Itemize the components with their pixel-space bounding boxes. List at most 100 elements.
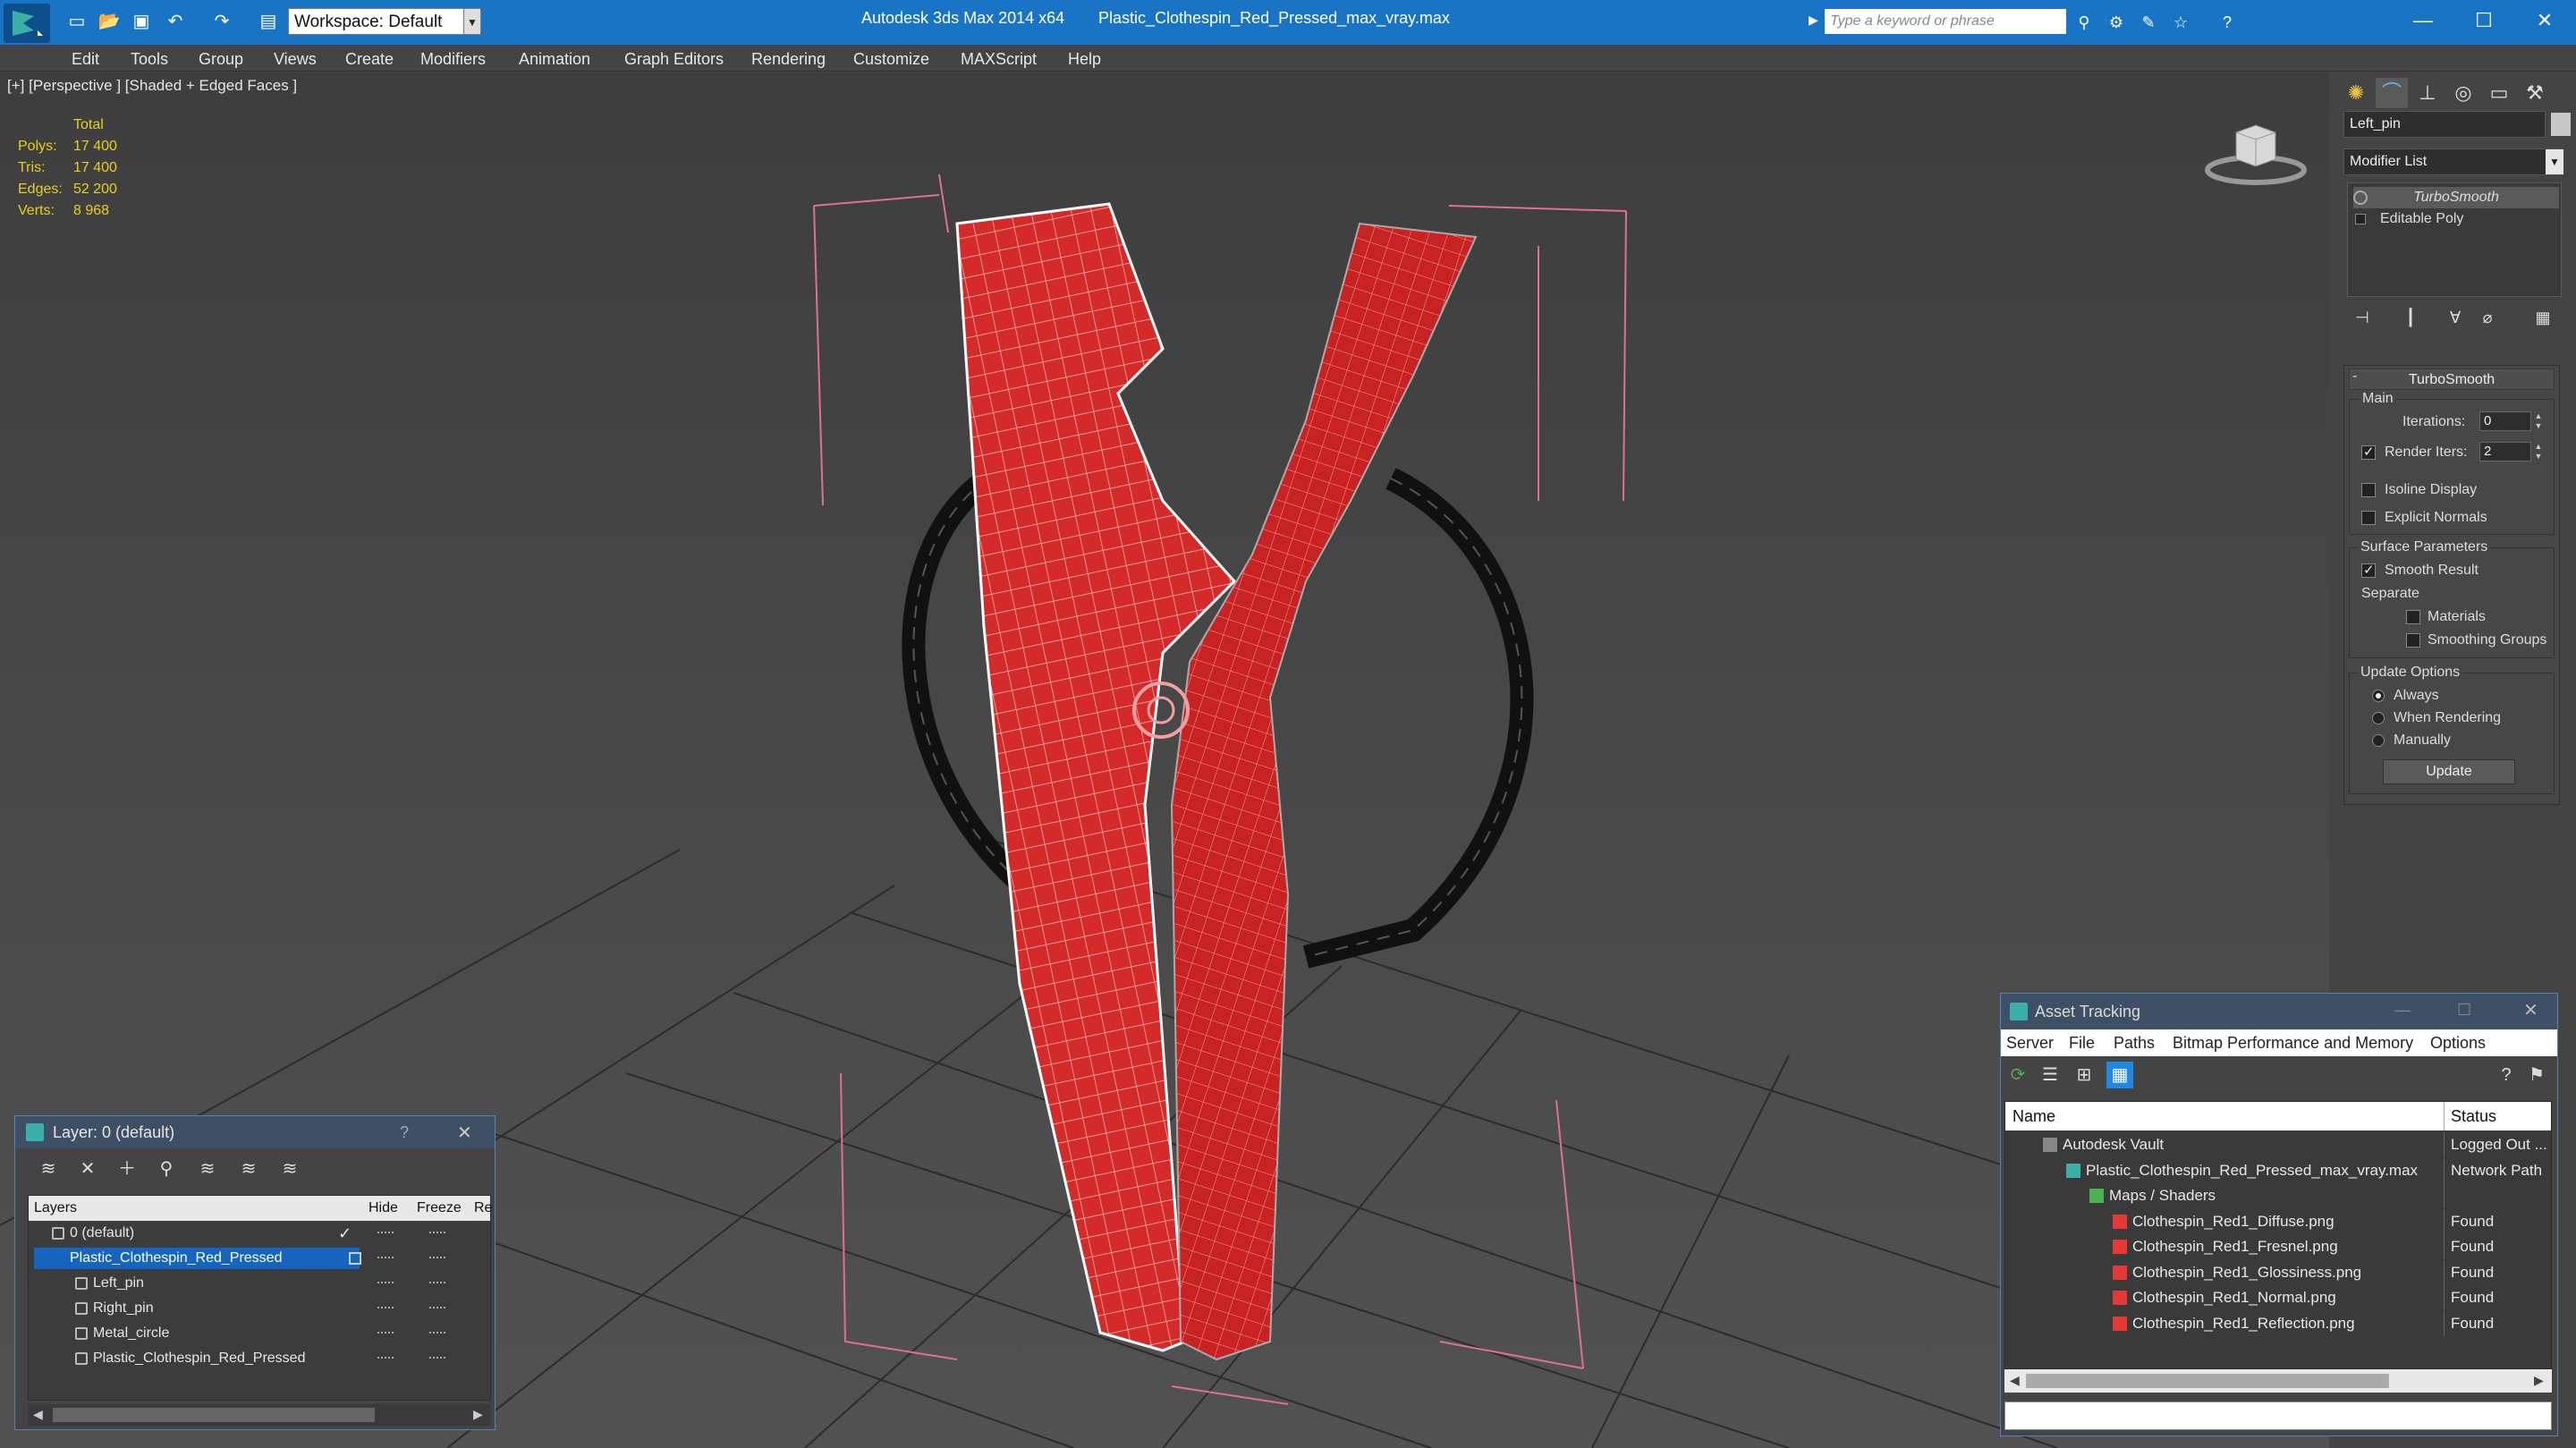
- display-tab-icon[interactable]: ▭: [2483, 78, 2515, 108]
- asset-menu-bitmap[interactable]: Bitmap Performance and Memory: [2173, 1034, 2413, 1053]
- minimize-icon[interactable]: —: [2394, 1001, 2411, 1020]
- menu-group[interactable]: Group: [199, 50, 243, 69]
- hide-toggle[interactable]: [377, 1282, 394, 1284]
- freeze-all-icon[interactable]: ≋: [276, 1156, 303, 1182]
- iterations-spinner[interactable]: 0: [2479, 411, 2531, 431]
- asset-row[interactable]: Autodesk Vault Logged Out ...: [2005, 1132, 2551, 1157]
- delete-layer-icon[interactable]: ✕: [74, 1156, 101, 1182]
- menu-views[interactable]: Views: [274, 50, 317, 69]
- horizontal-scrollbar[interactable]: ◀ ▶: [2004, 1369, 2552, 1393]
- hide-toggle[interactable]: [377, 1232, 394, 1234]
- tree-view-icon[interactable]: ⊞: [2071, 1062, 2097, 1088]
- make-unique-icon[interactable]: ∀: [2442, 304, 2469, 331]
- highlight-layer-icon[interactable]: ≋: [194, 1156, 221, 1182]
- viewport-label[interactable]: [+] [Perspective ] [Shaded + Edged Faces…: [7, 77, 297, 95]
- create-tab-icon[interactable]: ✺: [2340, 78, 2372, 108]
- hide-all-icon[interactable]: ≋: [235, 1156, 262, 1182]
- app-menu-button[interactable]: [4, 4, 50, 43]
- binoculars-icon[interactable]: ⚲: [2072, 11, 2097, 34]
- freeze-toggle[interactable]: [429, 1282, 445, 1284]
- maximize-icon[interactable]: ☐: [2457, 1001, 2471, 1020]
- lightbulb-icon[interactable]: [2353, 191, 2368, 205]
- layer-row[interactable]: Metal_circle: [29, 1321, 490, 1346]
- asset-row[interactable]: Clothespin_Red1_Glossiness.png Found: [2005, 1259, 2551, 1285]
- freeze-toggle[interactable]: [429, 1307, 445, 1309]
- menu-edit[interactable]: Edit: [72, 50, 99, 69]
- chevron-down-icon[interactable]: ▼: [2546, 149, 2563, 174]
- menu-animation[interactable]: Animation: [519, 50, 590, 69]
- object-color-swatch[interactable]: [2551, 113, 2571, 136]
- freeze-toggle[interactable]: [429, 1332, 445, 1334]
- hide-toggle[interactable]: [377, 1257, 394, 1259]
- smoothing-groups-checkbox[interactable]: [2406, 633, 2420, 648]
- col-hide[interactable]: Hide: [369, 1200, 398, 1216]
- asset-menu-server[interactable]: Server: [2006, 1034, 2054, 1053]
- asset-row[interactable]: Maps / Shaders: [2005, 1183, 2551, 1208]
- asset-window-titlebar[interactable]: Asset Tracking — ☐ ✕: [2001, 994, 2557, 1029]
- menu-maxscript[interactable]: MAXScript: [961, 50, 1037, 69]
- chevron-left-icon[interactable]: ◀: [2010, 1373, 2020, 1388]
- collapse-icon[interactable]: -: [2352, 368, 2357, 385]
- asset-row[interactable]: Clothespin_Red1_Fresnel.png Found: [2005, 1234, 2551, 1259]
- list-view-icon[interactable]: ☰: [2037, 1062, 2063, 1088]
- scroll-thumb[interactable]: [53, 1408, 375, 1422]
- chevron-down-icon[interactable]: ▼: [463, 8, 481, 35]
- new-file-icon[interactable]: ▭: [64, 9, 89, 34]
- menu-graph-editors[interactable]: Graph Editors: [624, 50, 724, 69]
- asset-row[interactable]: Plastic_Clothespin_Red_Pressed_max_vray.…: [2005, 1157, 2551, 1183]
- table-view-icon[interactable]: ▦: [2106, 1062, 2133, 1088]
- close-icon[interactable]: ✕: [2523, 999, 2538, 1021]
- motion-tab-icon[interactable]: ◎: [2447, 78, 2479, 108]
- stack-item-turbosmooth[interactable]: TurboSmooth: [2353, 187, 2559, 208]
- menu-customize[interactable]: Customize: [853, 50, 929, 69]
- update-button[interactable]: Update: [2383, 759, 2515, 784]
- scroll-thumb[interactable]: [2026, 1374, 2389, 1388]
- asset-row[interactable]: Clothespin_Red1_Normal.png Found: [2005, 1285, 2551, 1310]
- menu-tools[interactable]: Tools: [131, 50, 168, 69]
- asset-menu-paths[interactable]: Paths: [2114, 1034, 2155, 1053]
- open-file-icon[interactable]: 📂: [97, 9, 122, 34]
- freeze-toggle[interactable]: [429, 1257, 445, 1259]
- when-rendering-radio[interactable]: [2372, 712, 2385, 724]
- redo-icon[interactable]: ↷: [209, 9, 234, 34]
- right-pin-model[interactable]: [1170, 222, 1478, 1361]
- remove-modifier-icon[interactable]: ⌀: [2474, 304, 2501, 331]
- undo-icon[interactable]: ↶: [163, 9, 188, 34]
- chevron-right-icon[interactable]: ▶: [473, 1407, 483, 1422]
- configure-sets-icon[interactable]: ▦: [2529, 304, 2556, 331]
- asset-row[interactable]: Clothespin_Red1_Reflection.png Found: [2005, 1310, 2551, 1336]
- help-icon[interactable]: ?: [2493, 1062, 2520, 1088]
- viewcube[interactable]: [2202, 114, 2308, 186]
- add-to-layer-icon[interactable]: ＋: [114, 1156, 140, 1182]
- chevron-right-icon[interactable]: ▶: [1809, 13, 1818, 28]
- show-end-result-icon[interactable]: ┃: [2397, 304, 2424, 331]
- workspace-dropdown[interactable]: Workspace: Default: [288, 8, 467, 35]
- col-status[interactable]: Status: [2451, 1107, 2496, 1126]
- pin-stack-icon[interactable]: ⊣: [2349, 304, 2376, 331]
- freeze-toggle[interactable]: [429, 1357, 445, 1359]
- chevron-left-icon[interactable]: ◀: [33, 1407, 43, 1422]
- col-name[interactable]: Name: [2012, 1107, 2055, 1126]
- render-iters-checkbox[interactable]: [2361, 444, 2376, 460]
- materials-checkbox[interactable]: [2406, 610, 2420, 624]
- spinner-arrows-icon[interactable]: ▲ ▼: [2533, 411, 2544, 431]
- rollout-title[interactable]: TurboSmooth: [2349, 368, 2555, 390]
- freeze-toggle[interactable]: [429, 1232, 445, 1234]
- hierarchy-tab-icon[interactable]: ⊥: [2411, 78, 2444, 108]
- help-icon[interactable]: ?: [2215, 11, 2240, 34]
- info-icon[interactable]: ⚑: [2523, 1062, 2550, 1088]
- maximize-button[interactable]: ☐: [2454, 4, 2513, 38]
- hide-toggle[interactable]: [377, 1332, 394, 1334]
- modify-tab-icon[interactable]: ⌒: [2376, 78, 2408, 108]
- smooth-result-checkbox[interactable]: [2361, 562, 2376, 578]
- menu-rendering[interactable]: Rendering: [751, 50, 826, 69]
- active-layer-check-icon[interactable]: ✓: [338, 1221, 352, 1246]
- render-iters-spinner[interactable]: 2: [2479, 442, 2531, 461]
- menu-create[interactable]: Create: [345, 50, 394, 69]
- close-icon[interactable]: ✕: [457, 1122, 472, 1144]
- layer-window-titlebar[interactable]: Layer: 0 (default) ? ✕: [15, 1116, 495, 1148]
- stack-item-editable-poly[interactable]: Editable Poly: [2353, 208, 2559, 230]
- search-input[interactable]: Type a keyword or phrase: [1825, 9, 2066, 34]
- hide-toggle[interactable]: [377, 1307, 394, 1309]
- save-file-icon[interactable]: ▣: [129, 9, 154, 34]
